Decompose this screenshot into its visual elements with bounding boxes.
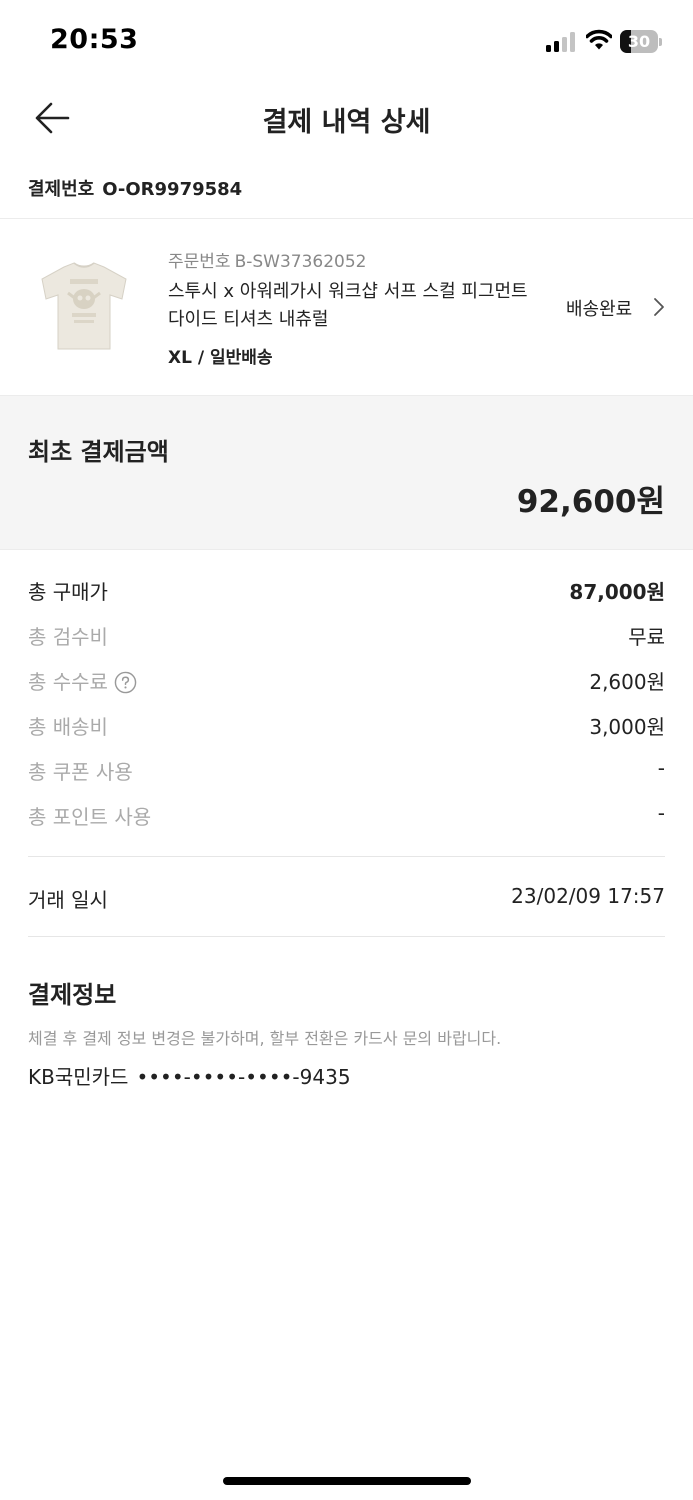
breakdown-label: 총 포인트 사용: [28, 805, 152, 829]
breakdown-value: 3,000원: [589, 715, 665, 739]
initial-payment-label: 최초 결제금액: [28, 438, 169, 466]
product-name: 스투시 x 아워레가시 워크샵 서프 스컬 피그먼트 다이드 티셔츠 내츄럴: [168, 281, 528, 330]
breakdown-row-coupon: 총 쿠폰 사용 -: [0, 748, 693, 788]
breakdown-label: 총 쿠폰 사용: [28, 760, 133, 784]
order-number: 주문번호 B-SW37362052: [168, 247, 367, 272]
delivery-status: 배송완료: [566, 299, 633, 320]
initial-payment-amount: 92,600원: [516, 484, 665, 520]
cellular-signal-icon: [546, 32, 578, 52]
breakdown-value: 무료: [628, 625, 665, 649]
payment-info-title: 결제정보: [28, 981, 117, 1009]
chevron-right-icon: [654, 298, 664, 316]
breakdown-label-wrap: 총 수수료: [28, 666, 137, 695]
breakdown-row-points: 총 포인트 사용 -: [0, 793, 693, 833]
initial-payment-section: 최초 결제금액 92,600원: [0, 395, 693, 550]
battery-icon: 30: [620, 30, 662, 53]
payment-number-value: O-OR9979584: [102, 179, 243, 200]
battery-level-text: 30: [627, 32, 651, 51]
breakdown-row-purchase: 총 구매가 87,000원: [0, 568, 693, 608]
order-number-label: 주문번호: [168, 252, 231, 272]
breakdown-label: 총 수수료: [28, 670, 108, 694]
payment-number: 결제번호 O-OR9979584: [28, 175, 242, 201]
wifi-icon: [586, 29, 612, 50]
breakdown-value: -: [657, 756, 665, 780]
card-number: ••••-••••-••••-9435: [136, 1065, 351, 1089]
breakdown-value: 87,000원: [569, 580, 665, 604]
product-order-item[interactable]: 주문번호 B-SW37362052 스투시 x 아워레가시 워크샵 서프 스컬 피…: [0, 219, 693, 395]
divider: [28, 856, 665, 857]
payment-card: KB국민카드 ••••-••••-••••-9435: [28, 1061, 351, 1090]
divider: [28, 936, 665, 937]
breakdown-row-shipping: 총 배송비 3,000원: [0, 703, 693, 743]
breakdown-label: 총 배송비: [28, 715, 108, 739]
home-indicator[interactable]: [223, 1477, 471, 1485]
trade-datetime-label: 거래 일시: [28, 888, 108, 912]
question-circle-icon[interactable]: [114, 671, 137, 694]
order-number-value: B-SW37362052: [234, 252, 367, 272]
breakdown-row-inspection: 총 검수비 무료: [0, 613, 693, 653]
breakdown-value: -: [657, 801, 665, 825]
breakdown-row-fee: 총 수수료 2,600원: [0, 658, 693, 698]
payment-info-note: 체결 후 결제 정보 변경은 불가하며, 할부 전환은 카드사 문의 바랍니다.: [28, 1029, 502, 1048]
breakdown-label: 총 검수비: [28, 625, 108, 649]
payment-number-label: 결제번호: [28, 179, 95, 200]
trade-datetime-value: 23/02/09 17:57: [511, 884, 665, 908]
page-title: 결제 내역 상세: [262, 107, 431, 138]
status-bar: 20:53 30: [0, 0, 693, 84]
product-option: XL / 일반배송: [168, 348, 273, 368]
product-thumbnail: [41, 262, 127, 350]
card-name: KB국민카드: [28, 1065, 129, 1089]
breakdown-value: 2,600원: [589, 670, 665, 694]
breakdown-label: 총 구매가: [28, 580, 108, 604]
nav-bar: 결제 내역 상세: [0, 84, 693, 150]
status-time: 20:53: [50, 24, 139, 55]
